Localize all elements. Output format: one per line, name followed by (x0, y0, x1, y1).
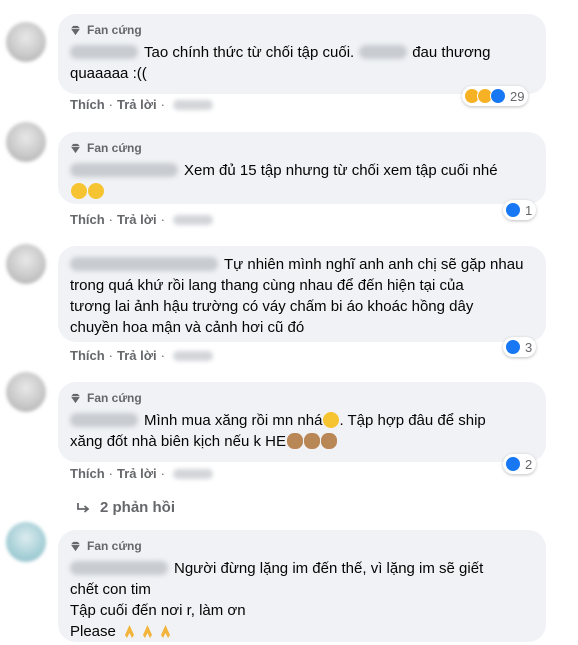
comment-bubble: Fan cứng Tao chính thức từ chối tập cuối… (58, 14, 546, 94)
badge-label: Fan cứng (87, 539, 142, 553)
commenter-name[interactable] (70, 257, 218, 271)
timestamp[interactable] (172, 99, 213, 110)
crying-face-icon (71, 183, 87, 199)
avatar[interactable] (6, 244, 46, 284)
like-icon (505, 202, 521, 218)
commenter-name[interactable] (70, 45, 138, 59)
diamond-icon (70, 393, 81, 403)
badge-label: Fan cứng (87, 391, 142, 405)
reply-link[interactable]: Trả lời (117, 212, 157, 227)
comment-actions: Thích · Trả lời · (70, 466, 213, 481)
like-icon (505, 339, 521, 355)
view-replies-link[interactable]: 2 phản hồi (76, 499, 175, 516)
see-no-evil-monkey-icon (320, 433, 337, 449)
comment-bubble: Fan cứng Mình mua xăng rồi mn nhá. Tập h… (58, 382, 546, 462)
comment-actions: Thích · Trả lời · (70, 348, 213, 363)
comment-text: Người đừng lặng im đến thế, vì lặng im s… (70, 560, 484, 640)
reaction-count: 2 (525, 456, 533, 472)
timestamp[interactable] (172, 468, 213, 479)
comment-text: Tự nhiên mình nghĩ anh anh chị sẽ gặp nh… (70, 256, 524, 336)
reaction-count: 1 (525, 202, 533, 218)
comment-text: Tao chính thức từ chối tập cuối. đau thươ… (70, 44, 491, 82)
comment-actions: Thích · Trả lời · (70, 97, 213, 112)
like-link[interactable]: Thích (70, 348, 105, 363)
reply-link[interactable]: Trả lời (117, 466, 157, 481)
see-no-evil-monkey-icon (286, 433, 303, 449)
fan-badge: Fan cứng (70, 140, 534, 156)
diamond-icon (70, 143, 81, 153)
comment-actions: Thích · Trả lời · (70, 212, 213, 227)
comment-bubble: Tự nhiên mình nghĩ anh anh chị sẽ gặp nh… (58, 246, 546, 342)
folded-hands-icon (139, 623, 156, 639)
folded-hands-icon (157, 623, 174, 639)
diamond-icon (70, 25, 81, 35)
badge-label: Fan cứng (87, 141, 142, 155)
timestamp[interactable] (172, 214, 213, 225)
reply-link[interactable]: Trả lời (117, 348, 157, 363)
avatar[interactable] (6, 122, 46, 162)
badge-label: Fan cứng (87, 23, 142, 37)
like-link[interactable]: Thích (70, 212, 105, 227)
reply-arrow-icon (77, 502, 90, 513)
fan-badge: Fan cứng (70, 390, 534, 406)
like-link[interactable]: Thích (70, 466, 105, 481)
like-icon (490, 88, 506, 104)
commenter-name[interactable] (70, 561, 168, 575)
like-link[interactable]: Thích (70, 97, 105, 112)
relieved-face-icon (323, 412, 340, 428)
comment-text: Mình mua xăng rồi mn nhá. Tập hợp đâu để… (70, 412, 486, 450)
see-no-evil-monkey-icon (303, 433, 320, 449)
avatar[interactable] (6, 22, 46, 62)
reaction-summary[interactable]: 2 (503, 454, 537, 474)
timestamp[interactable] (172, 350, 213, 361)
fan-badge: Fan cứng (70, 538, 534, 554)
avatar[interactable] (6, 522, 46, 562)
reaction-summary[interactable]: 1 (503, 200, 537, 220)
diamond-icon (70, 541, 81, 551)
folded-hands-icon (121, 623, 138, 639)
commenter-name[interactable] (70, 413, 138, 427)
avatar[interactable] (6, 372, 46, 412)
comment-text: Xem đủ 15 tập nhưng từ chối xem tập cuối… (70, 160, 534, 202)
fan-badge: Fan cứng (70, 22, 534, 38)
crying-face-icon (88, 183, 104, 199)
reaction-count: 29 (510, 88, 525, 104)
reaction-count: 3 (525, 339, 533, 355)
comment-bubble: Fan cứng Xem đủ 15 tập nhưng từ chối xem… (58, 132, 546, 204)
comment-bubble: Fan cứng Người đừng lặng im đến thế, vì … (58, 530, 546, 642)
reaction-summary[interactable]: 3 (503, 337, 537, 357)
reaction-summary[interactable]: 29 (462, 86, 529, 106)
reply-link[interactable]: Trả lời (117, 97, 157, 112)
like-icon (505, 456, 521, 472)
commenter-name[interactable] (70, 163, 178, 177)
